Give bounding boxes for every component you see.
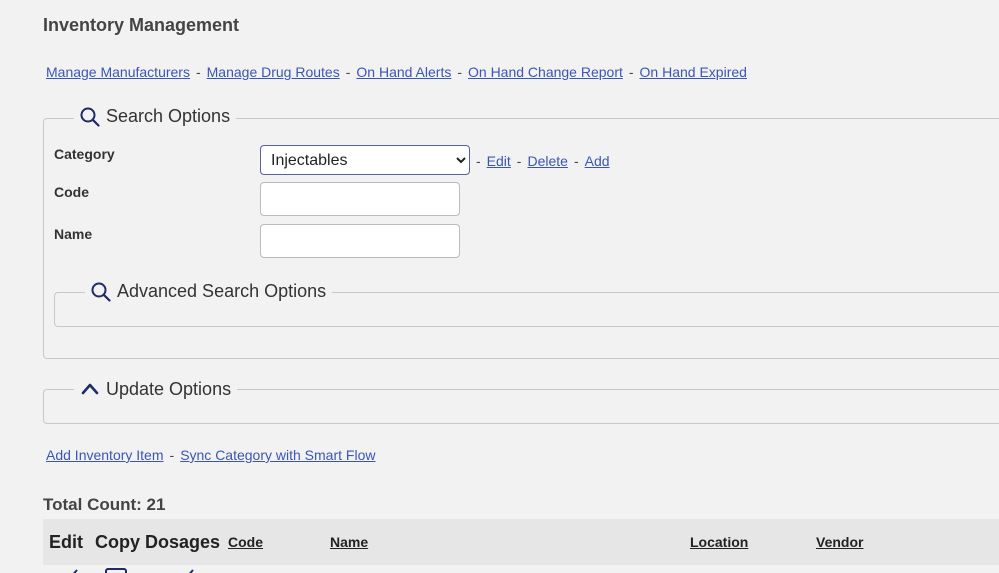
category-label: Category: [54, 146, 115, 162]
column-name-sort[interactable]: Name: [330, 519, 368, 565]
column-vendor-sort[interactable]: Vendor: [816, 519, 863, 565]
link-separator: -: [169, 447, 175, 463]
update-options-legend[interactable]: Update Options: [74, 379, 238, 400]
table-row: [43, 566, 999, 573]
link-separator: -: [195, 64, 201, 80]
column-dosages: Dosages: [145, 532, 221, 552]
search-icon: [91, 282, 111, 302]
column-location-sort[interactable]: Location: [690, 519, 748, 565]
copy-icon[interactable]: [105, 567, 127, 573]
column-code-sort[interactable]: Code: [228, 519, 263, 565]
category-delete-link[interactable]: Delete: [527, 153, 567, 169]
category-add-link[interactable]: Add: [585, 153, 610, 169]
column-edit: Edit: [49, 532, 83, 552]
on-hand-change-report-link[interactable]: On Hand Change Report: [468, 64, 623, 80]
manage-manufacturers-link[interactable]: Manage Manufacturers: [46, 64, 190, 80]
on-hand-alerts-link[interactable]: On Hand Alerts: [356, 64, 451, 80]
code-label: Code: [54, 184, 89, 200]
link-separator: -: [628, 64, 634, 80]
manage-drug-routes-link[interactable]: Manage Drug Routes: [207, 64, 340, 80]
sync-category-link[interactable]: Sync Category with Smart Flow: [180, 447, 375, 463]
on-hand-expired-link[interactable]: On Hand Expired: [640, 64, 747, 80]
search-icon: [80, 107, 100, 127]
column-copy: Copy: [95, 532, 140, 552]
edit-icon[interactable]: [67, 567, 83, 573]
name-input[interactable]: [260, 224, 460, 258]
dosages-icon[interactable]: [183, 567, 199, 573]
chevron-up-icon: [80, 380, 100, 400]
link-separator: -: [476, 153, 481, 169]
page-title: Inventory Management: [43, 15, 240, 35]
update-options-title: Update Options: [106, 379, 232, 399]
total-count: Total Count: 21: [43, 495, 166, 514]
advanced-search-legend[interactable]: Advanced Search Options: [85, 281, 333, 302]
table-header: Edit Copy Dosages Code Name Location Ven…: [43, 519, 999, 565]
category-edit-link[interactable]: Edit: [487, 153, 511, 169]
link-separator: -: [345, 64, 351, 80]
top-links: Manage Manufacturers - Manage Drug Routes -…: [46, 64, 747, 80]
name-label: Name: [54, 226, 93, 242]
link-separator: -: [516, 153, 522, 169]
advanced-search-title: Advanced Search Options: [117, 281, 327, 301]
category-select[interactable]: Injectables: [260, 145, 470, 175]
inventory-action-links: Add Inventory Item - Sync Category with Sm…: [46, 447, 375, 463]
code-input[interactable]: [260, 182, 460, 216]
search-options-title: Search Options: [106, 106, 231, 126]
category-actions: - Edit - Delete - Add: [476, 153, 610, 169]
link-separator: -: [457, 64, 462, 80]
add-inventory-item-link[interactable]: Add Inventory Item: [46, 447, 164, 463]
link-separator: -: [573, 153, 579, 169]
search-options-legend[interactable]: Search Options: [74, 106, 237, 127]
